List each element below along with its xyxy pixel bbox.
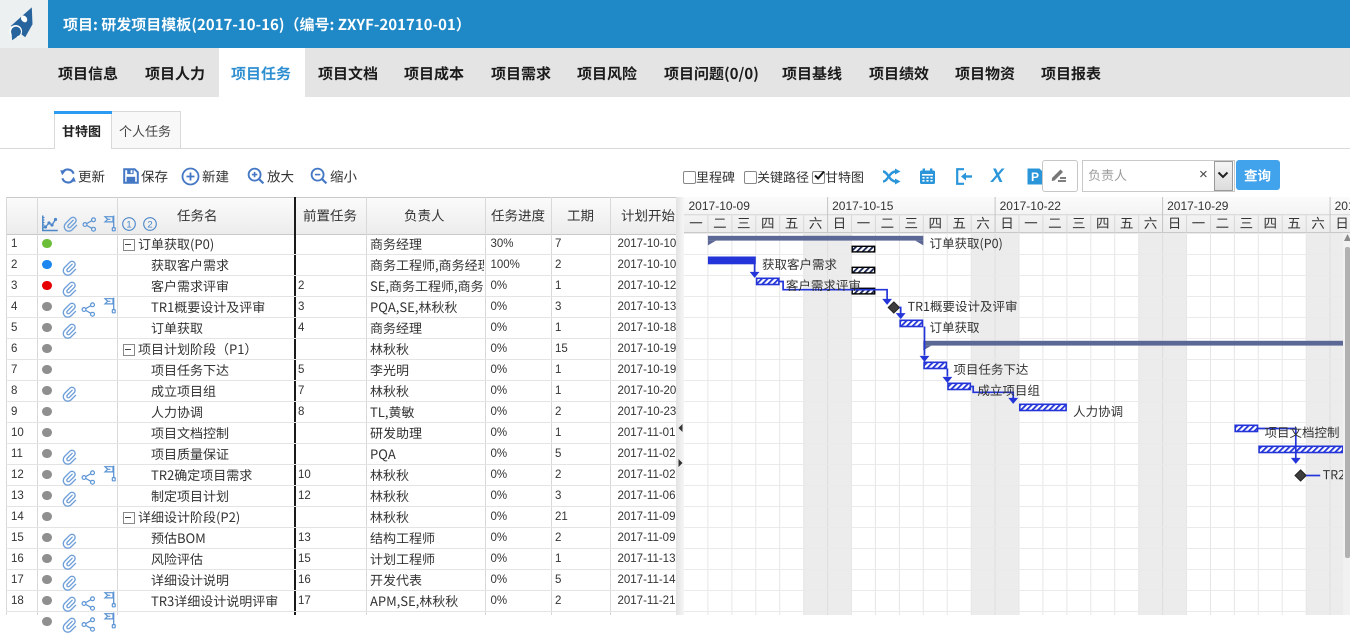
svg-text:P: P xyxy=(1031,170,1039,184)
svg-text:2: 2 xyxy=(147,220,152,231)
svg-text:2017-11-06: 2017-11-06 xyxy=(1334,199,1350,213)
svg-text:2017-10-15: 2017-10-15 xyxy=(832,199,894,213)
svg-text:2017-10-29: 2017-10-29 xyxy=(1167,199,1229,213)
svg-text:2017-10-22: 2017-10-22 xyxy=(999,199,1061,213)
svg-text:2017-10-09: 2017-10-09 xyxy=(688,199,750,213)
svg-text:1: 1 xyxy=(126,220,131,231)
